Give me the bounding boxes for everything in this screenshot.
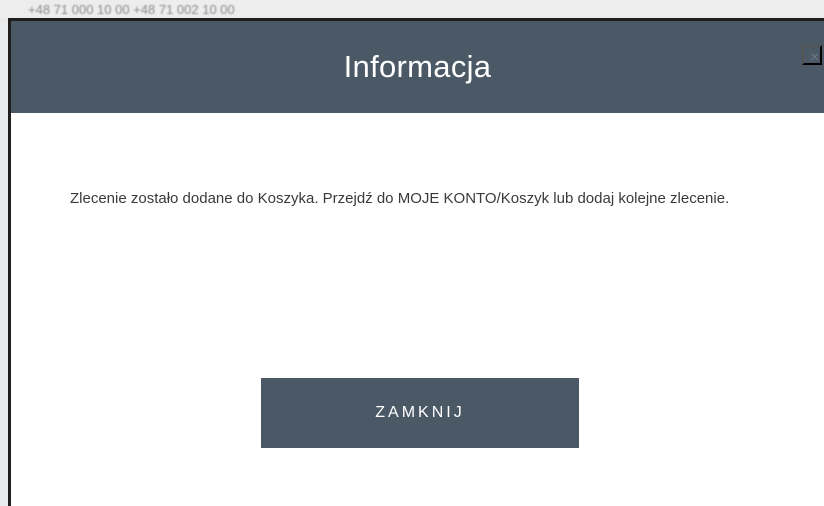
confirmation-message: Zlecenie zostało dodane do Koszyka. Prze… <box>70 190 730 207</box>
modal-title: Informacja <box>343 49 492 84</box>
close-icon[interactable]: × <box>802 45 822 66</box>
information-modal: Informacja × Zlecenie zostało dodane do … <box>8 18 824 506</box>
close-button[interactable]: ZAMKNIJ <box>261 378 579 448</box>
background-contact-text: +48 71 000 10 00 +48 71 002 10 00 <box>28 2 235 17</box>
modal-header: Informacja × <box>11 21 824 113</box>
background-page-strip: +48 71 000 10 00 +48 71 002 10 00 <box>0 0 824 18</box>
